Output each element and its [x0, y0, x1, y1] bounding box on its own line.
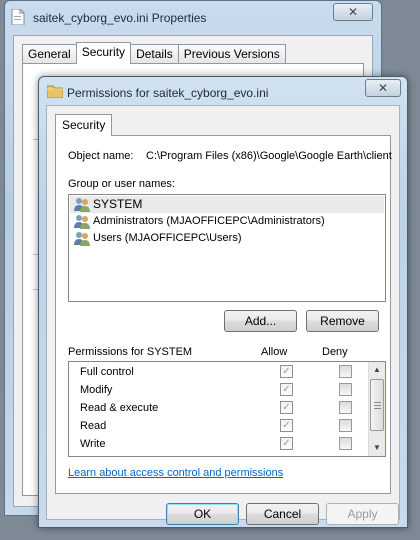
allow-checkbox[interactable]: ✓	[280, 365, 293, 378]
list-item-administrators[interactable]: Administrators (MJAOFFICEPC\Administrato…	[70, 213, 384, 230]
users-list[interactable]: SYSTEM Administrators (MJAOFFICEPC\Admin…	[68, 194, 386, 302]
list-item-system[interactable]: SYSTEM	[70, 196, 384, 213]
permission-name: Modify	[80, 384, 113, 396]
cancel-button[interactable]: Cancel	[246, 503, 319, 525]
allow-checkbox[interactable]: ✓	[280, 401, 293, 414]
user-name: Users (MJAOFFICEPC\Users)	[93, 232, 242, 244]
allow-checkbox[interactable]: ✓	[280, 437, 293, 450]
file-icon	[11, 8, 25, 28]
deny-column-header: Deny	[322, 346, 348, 358]
tab-general[interactable]: General	[22, 44, 77, 64]
grip-line	[374, 405, 381, 406]
dialog-close-button[interactable]: ✕	[365, 79, 401, 97]
dialog-body: Security Object name: C:\Program Files (…	[46, 105, 400, 525]
allow-checkbox[interactable]: ✓	[280, 383, 293, 396]
scroll-up-arrow-icon[interactable]: ▲	[369, 362, 385, 378]
folder-icon	[46, 84, 64, 101]
scroll-down-arrow-icon[interactable]: ▼	[369, 440, 385, 456]
permission-row-read: Read ✓	[69, 417, 368, 435]
properties-tabs: General Security Details Previous Versio…	[22, 42, 286, 64]
permissions-dialog: Permissions for saitek_cyborg_evo.ini ✕ …	[38, 76, 408, 528]
deny-checkbox[interactable]	[339, 437, 352, 450]
tab-security[interactable]: Security	[75, 42, 132, 64]
permission-row-modify: Modify ✓	[69, 381, 368, 399]
deny-checkbox[interactable]	[339, 401, 352, 414]
deny-checkbox[interactable]	[339, 365, 352, 378]
properties-title: saitek_cyborg_evo.ini Properties	[33, 11, 207, 25]
properties-close-button[interactable]: ✕	[333, 3, 373, 21]
object-name-value: C:\Program Files (x86)\Google\Google Ear…	[146, 150, 392, 162]
permission-name: Read & execute	[80, 402, 159, 414]
security-panel: Object name: C:\Program Files (x86)\Goog…	[55, 135, 392, 494]
allow-checkbox[interactable]: ✓	[280, 419, 293, 432]
permission-name: Full control	[80, 366, 134, 378]
allow-column-header: Allow	[261, 346, 288, 358]
permission-name: Write	[80, 438, 106, 450]
user-name: Administrators (MJAOFFICEPC\Administrato…	[93, 215, 325, 227]
grip-line	[374, 408, 381, 409]
group-label: Group or user names:	[68, 178, 175, 190]
permission-row-read-execute: Read & execute ✓	[69, 399, 368, 417]
deny-checkbox[interactable]	[339, 419, 352, 432]
tab-previous-versions[interactable]: Previous Versions	[177, 44, 286, 64]
permissions-label: Permissions for SYSTEM	[68, 346, 193, 358]
user-name: SYSTEM	[93, 197, 143, 211]
tab-details[interactable]: Details	[130, 44, 179, 64]
properties-title-bar[interactable]: saitek_cyborg_evo.ini Properties	[5, 1, 381, 33]
ok-button[interactable]: OK	[166, 503, 239, 525]
grip-line	[374, 402, 381, 403]
permission-row-write: Write ✓	[69, 435, 368, 453]
list-item-users[interactable]: Users (MJAOFFICEPC\Users)	[70, 230, 384, 247]
permission-row-full-control: Full control ✓	[69, 363, 368, 381]
user-group-icon	[74, 231, 90, 249]
scrollbar-thumb[interactable]	[370, 379, 384, 431]
dialog-title-bar[interactable]: Permissions for saitek_cyborg_evo.ini	[39, 77, 407, 105]
deny-checkbox[interactable]	[339, 383, 352, 396]
learn-more-link[interactable]: Learn about access control and permissio…	[68, 467, 283, 479]
permissions-scrollbar[interactable]: ▲ ▼	[368, 362, 385, 456]
apply-button[interactable]: Apply	[326, 503, 399, 525]
add-button[interactable]: Add...	[224, 310, 297, 332]
dialog-title: Permissions for saitek_cyborg_evo.ini	[67, 86, 269, 100]
permissions-list: Full control ✓ Modify ✓ Read & execute ✓…	[68, 361, 386, 457]
remove-button[interactable]: Remove	[306, 310, 379, 332]
permission-name: Read	[80, 420, 107, 432]
tab-security[interactable]: Security	[55, 114, 113, 136]
object-name-label: Object name:	[68, 150, 134, 162]
